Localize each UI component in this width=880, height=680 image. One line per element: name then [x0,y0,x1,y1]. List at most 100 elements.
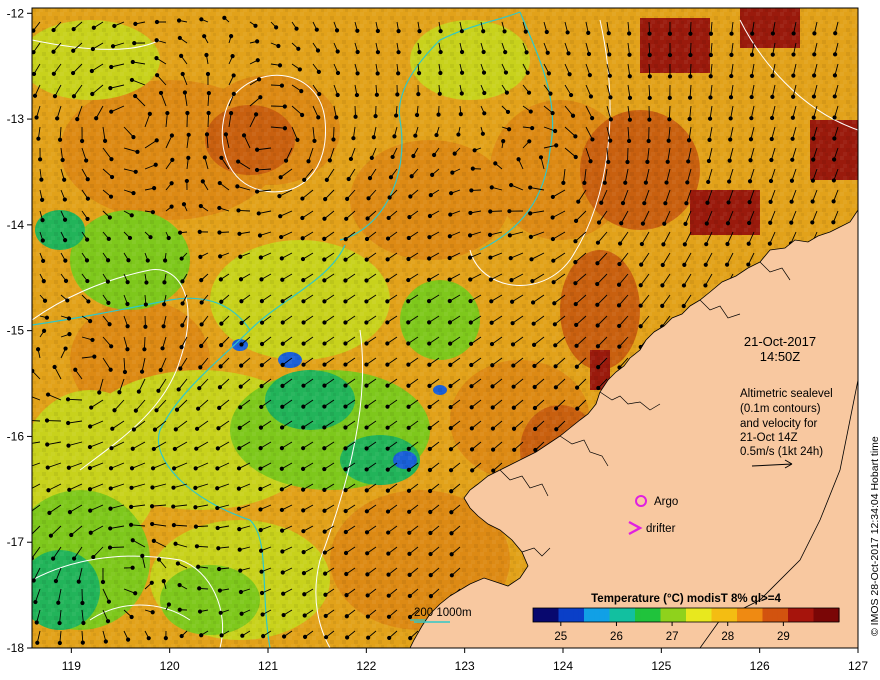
velocity-arrow-head [322,529,327,534]
velocity-arrow-head [335,70,341,76]
velocity-arrow-head [531,342,537,347]
velocity-arrow-head [553,343,558,348]
velocity-arrow-head [386,572,391,577]
velocity-arrow-head [149,580,154,585]
velocity-arrow-head [532,405,538,411]
velocity-arrow-head [46,488,51,493]
velocity-arrow-head [26,394,29,397]
velocity-arrow-head [194,544,200,549]
velocity-arrow-head [218,254,223,259]
velocity-arrow-head [768,220,773,225]
velocity-arrow-head [467,255,473,260]
velocity-arrow-head [447,320,453,325]
velocity-arrow-head [427,256,432,261]
velocity-arrow-head [322,236,327,242]
velocity-arrow-head [36,136,41,141]
velocity-arrow-head [154,408,159,413]
velocity-arrow-head [588,159,593,164]
velocity-arrow-head [229,111,234,116]
colorbar-segment [675,608,682,622]
colorbar-segment [665,608,672,622]
velocity-arrow-head [60,157,65,163]
velocity-arrow-head [587,73,592,78]
velocity-arrow-head [469,405,474,410]
velocity-arrow-head [366,196,371,201]
velocity-arrow-head [504,90,509,95]
velocity-arrow-head [302,613,307,618]
velocity-arrow-head [450,170,455,175]
velocity-arrow-head [25,466,28,469]
velocity-arrow-head [574,322,579,328]
velocity-arrow-head [608,95,613,100]
velocity-arrow-head [553,128,558,134]
velocity-arrow-head [530,300,536,305]
velocity-arrow-head [239,299,244,304]
velocity-arrow-head [725,241,730,247]
velocity-arrow-head [727,158,732,163]
velocity-arrow-head [25,443,28,446]
velocity-arrow-head [686,138,692,143]
velocity-arrow-head [427,362,432,367]
velocity-arrow-head [39,177,44,182]
velocity-arrow-head [151,538,156,543]
velocity-arrow-head [647,95,652,101]
colorbar-segment [767,608,774,622]
velocity-arrow-head [467,233,473,238]
velocity-arrow-head [506,127,512,132]
velocity-arrow-head [667,117,672,122]
velocity-arrow-head [528,109,533,114]
velocity-arrow-head [231,73,236,78]
velocity-arrow-head [387,195,392,200]
velocity-arrow-head [158,367,163,373]
velocity-arrow-head [283,158,289,163]
colorbar-segment [788,608,794,622]
velocity-arrow-head [80,600,85,606]
velocity-arrow-head [551,258,556,263]
velocity-arrow [627,147,629,163]
velocity-arrow-head [38,157,43,162]
velocity-arrow-head [65,298,70,303]
velocity-arrow-head [87,444,93,450]
velocity-arrow-head [258,527,263,533]
velocity-arrow-head [503,70,509,75]
velocity-arrow-head [344,593,349,598]
colorbar-segment [716,608,723,622]
velocity-arrow-head [623,180,628,185]
velocity-arrow-head [256,211,261,216]
velocity-arrow-head [102,138,108,143]
velocity-arrow-head [88,530,93,535]
velocity-arrow-head [84,258,90,263]
velocity-arrow-head [90,46,95,52]
velocity-arrow-head [364,362,369,367]
velocity-arrow-head [169,181,174,186]
velocity-arrow-head [406,341,411,346]
velocity-arrow-head [62,197,67,202]
velocity-arrow-head [343,278,348,283]
velocity-arrow-head [199,343,204,349]
argo-label: Argo [654,496,678,508]
velocity-arrow-head [171,523,176,528]
velocity-arrow-head [364,404,369,409]
velocity-arrow-head [258,466,263,471]
velocity-arrow-head [70,70,76,76]
velocity-arrow-head [179,256,184,261]
velocity-arrow-head [749,94,754,100]
velocity-arrow-head [749,116,754,121]
velocity-arrow-head [324,177,329,182]
velocity-arrow-head [197,609,203,614]
velocity-arrow-head [480,131,485,136]
velocity-arrow-head [240,633,245,638]
colorbar-segment [706,608,713,622]
velocity-arrow-head [386,614,392,619]
velocity-arrow-head [627,52,632,57]
colorbar-segment [629,608,636,622]
velocity-arrow-head [573,134,578,139]
colorbar-segment [828,608,835,622]
velocity-arrow-head [364,257,369,262]
velocity-arrow-head [57,640,62,646]
velocity-arrow-head [230,54,235,59]
velocity-arrow-head [428,594,434,599]
velocity-arrow-head [364,488,369,493]
velocity-arrow-head [552,322,557,327]
velocity-arrow-head [406,277,411,283]
